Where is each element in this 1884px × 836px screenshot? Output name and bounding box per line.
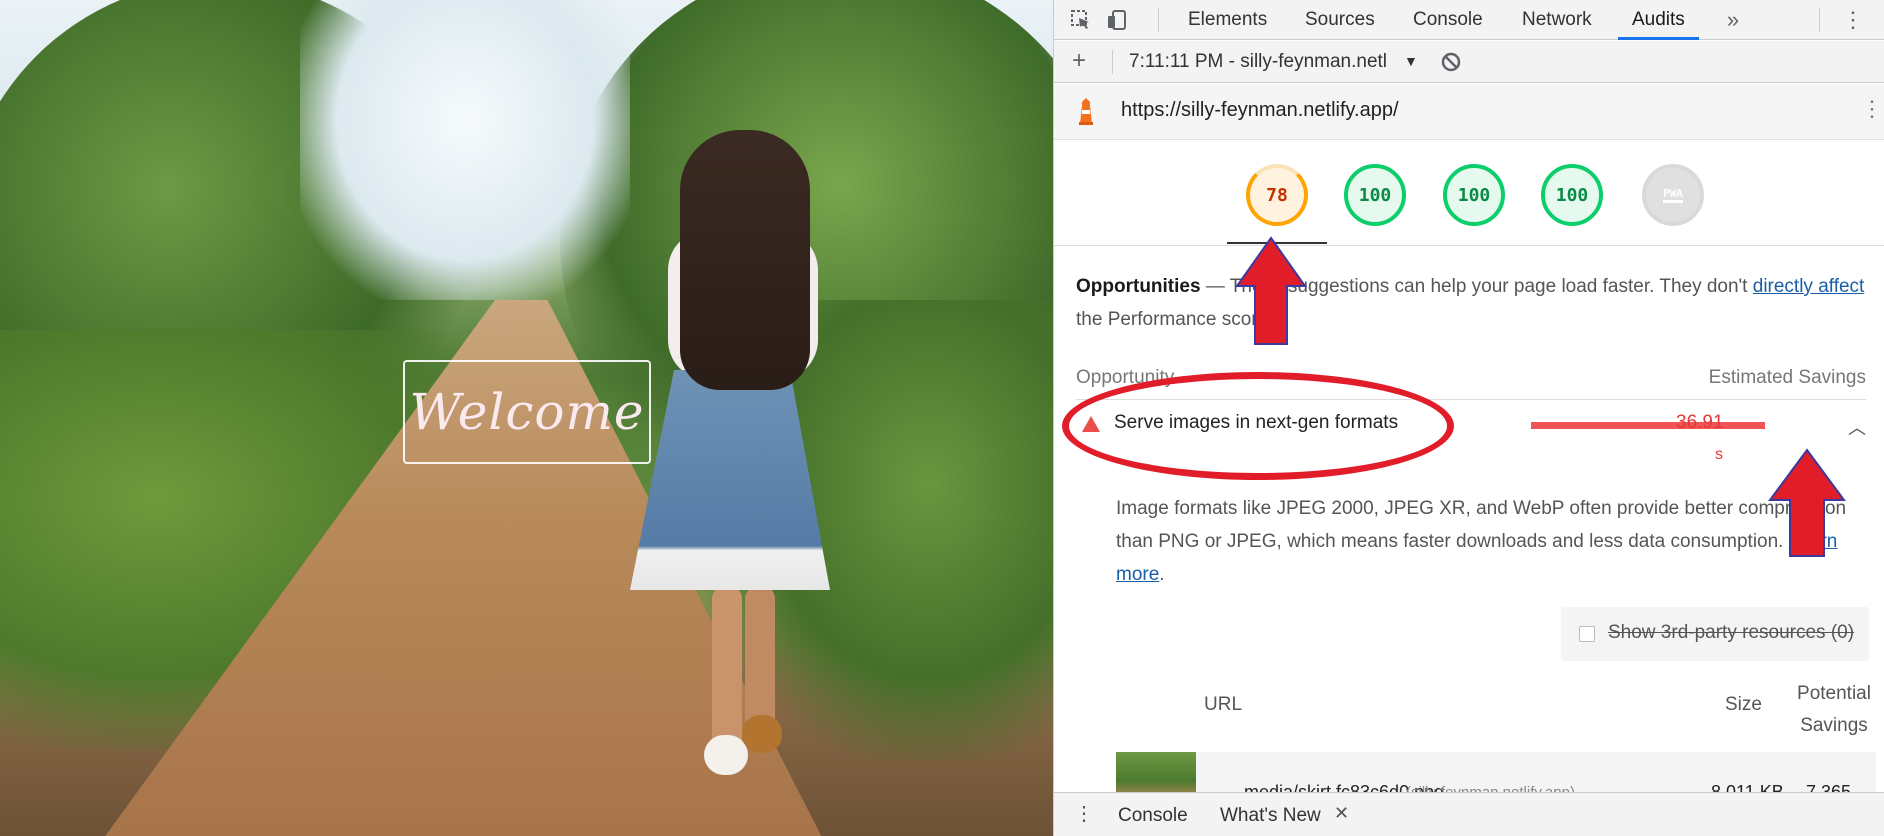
url-menu-icon[interactable]: ⋮ <box>1861 96 1883 122</box>
devtools-tabbar: Elements Sources Console Network Audits … <box>1054 0 1884 40</box>
gauge-accessibility[interactable]: 100 <box>1344 164 1406 226</box>
inspect-element-icon[interactable] <box>1068 8 1094 32</box>
tab-elements[interactable]: Elements <box>1188 0 1267 40</box>
figure-shoe <box>704 735 748 775</box>
figure-shoe <box>742 715 782 753</box>
gauge-best-practices[interactable]: 100 <box>1443 164 1505 226</box>
opportunities-title: Opportunities <box>1076 276 1201 297</box>
col-estimated-savings: Estimated Savings <box>1708 367 1866 388</box>
chevron-up-icon[interactable]: ︿ <box>1848 414 1866 440</box>
audit-run-select[interactable]: 7:11:11 PM - silly-feynman.netl <box>1129 51 1387 73</box>
annotation-ellipse <box>1062 372 1454 480</box>
opportunities-intro: Opportunities — These suggestions can he… <box>1076 276 1865 330</box>
score-gauges: 78 100 100 100 PWA <box>1054 140 1884 246</box>
drawer-menu-icon[interactable]: ⋮ <box>1074 801 1094 826</box>
audited-url-bar: https://silly-feynman.netlify.app/ ⋮ <box>1054 84 1884 140</box>
lighthouse-icon <box>1074 96 1098 126</box>
gauge-seo[interactable]: 100 <box>1541 164 1603 226</box>
third-party-label[interactable]: Show 3rd-party resources (0) <box>1608 622 1854 644</box>
tab-sources[interactable]: Sources <box>1305 0 1375 40</box>
audit-description: Image formats like JPEG 2000, JPEG XR, a… <box>1116 498 1847 585</box>
welcome-text: Welcome <box>409 383 645 441</box>
drawer-tab-console[interactable]: Console <box>1118 805 1188 827</box>
audited-url: https://silly-feynman.netlify.app/ <box>1121 99 1399 121</box>
third-party-filter[interactable]: Show 3rd-party resources (0) <box>1561 607 1869 661</box>
page-preview: Welcome <box>0 0 1053 836</box>
new-audit-icon[interactable]: + <box>1066 47 1092 74</box>
figure-hair <box>680 130 810 390</box>
savings-unit: s <box>1715 446 1723 463</box>
annotation-arrow-up <box>1235 236 1307 346</box>
third-party-checkbox[interactable] <box>1579 626 1595 642</box>
directly-affect-link[interactable]: directly affect <box>1753 276 1865 297</box>
welcome-banner: Welcome <box>403 360 651 464</box>
tab-console[interactable]: Console <box>1413 0 1483 40</box>
col-url: URL <box>1204 694 1243 715</box>
sky <box>300 0 630 300</box>
drawer-tabbar: ⋮ Console What's New ✕ <box>1054 792 1884 836</box>
tab-audits[interactable]: Audits <box>1618 0 1699 40</box>
details-table-header: URL Size Potential Savings <box>1054 670 1884 750</box>
dropdown-caret-icon[interactable]: ▼ <box>1404 53 1418 69</box>
kebab-menu-icon[interactable]: ⋮ <box>1840 7 1866 32</box>
savings-value: 36.91 <box>1676 412 1724 433</box>
clear-icon[interactable] <box>1438 50 1464 74</box>
col-potential-savings: Potential Savings <box>1797 683 1871 736</box>
annotation-arrow-up <box>1768 448 1846 558</box>
close-icon[interactable]: ✕ <box>1334 803 1349 824</box>
pwa-badge-icon: PWA <box>1663 187 1683 203</box>
gauge-pwa[interactable]: PWA <box>1642 164 1704 226</box>
savings-bar <box>1531 422 1765 429</box>
more-tabs-icon[interactable]: » <box>1720 7 1746 32</box>
col-size: Size <box>1725 694 1762 715</box>
audit-run-bar: + 7:11:11 PM - silly-feynman.netl ▼ <box>1054 41 1884 83</box>
drawer-tab-whats-new[interactable]: What's New <box>1220 805 1321 827</box>
gauge-performance[interactable]: 78 <box>1246 164 1308 226</box>
tab-network[interactable]: Network <box>1522 0 1592 40</box>
device-toolbar-icon[interactable] <box>1104 8 1130 32</box>
